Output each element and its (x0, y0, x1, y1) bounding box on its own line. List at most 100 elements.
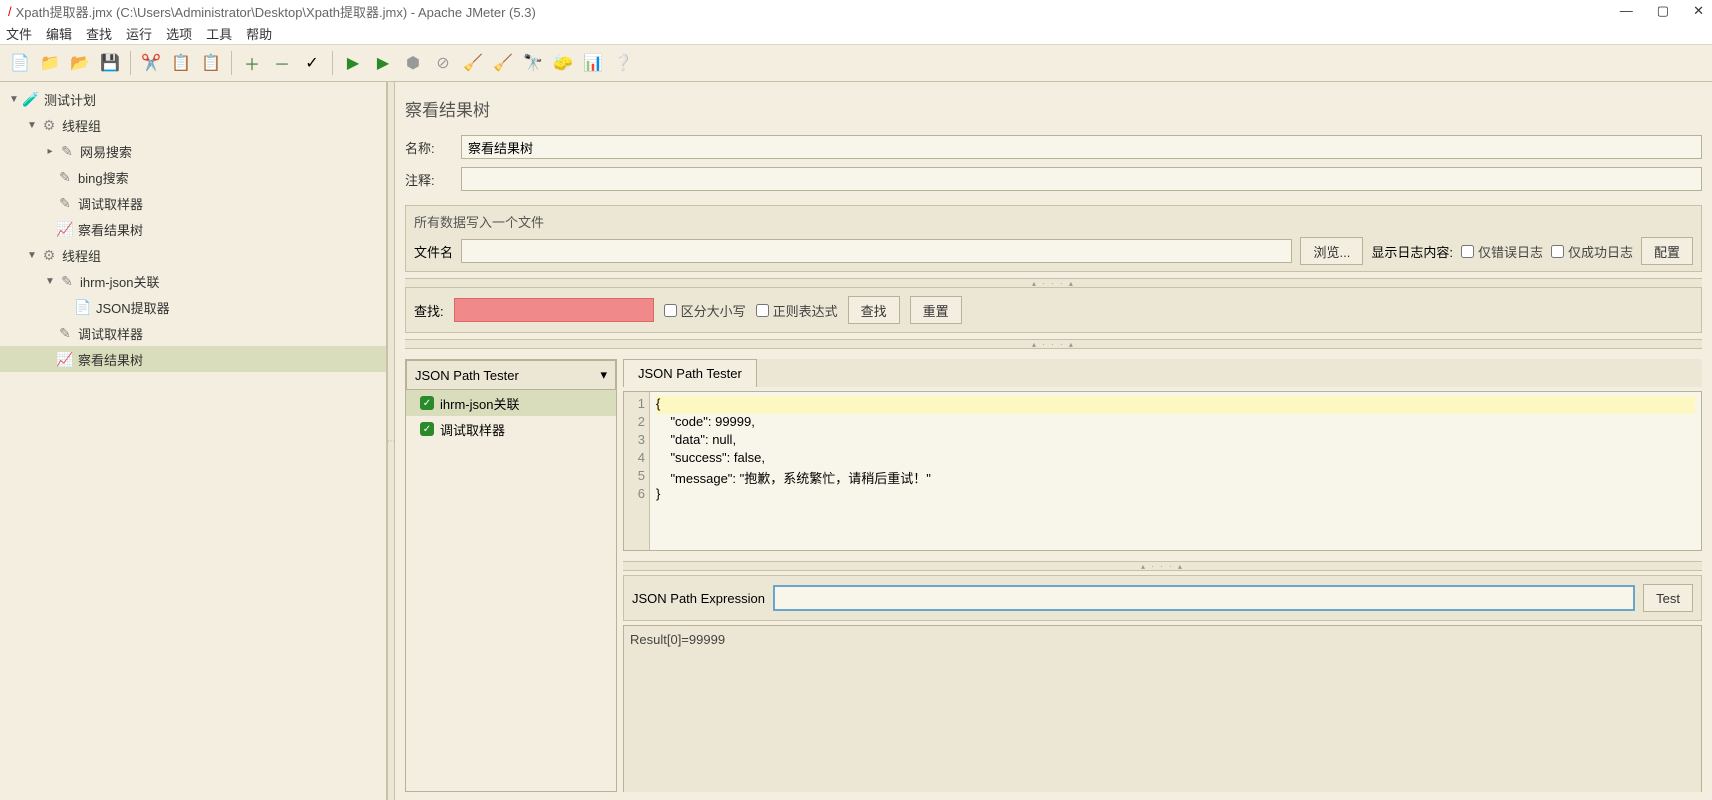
code-line: { (656, 396, 1695, 414)
page-title: 察看结果树 (405, 96, 1702, 121)
add-icon[interactable]: ＋ (240, 51, 264, 75)
file-row: 文件名 浏览... 显示日志内容: 仅错误日志 仅成功日志 配置 (414, 237, 1693, 265)
stop-icon[interactable]: ⬢ (401, 51, 425, 75)
result-item[interactable]: ✓ihrm-json关联 (406, 390, 616, 416)
regex-checkbox[interactable]: 正则表达式 (756, 301, 838, 320)
browse-button[interactable]: 浏览... (1300, 237, 1363, 265)
find-icon[interactable]: 🔭 (521, 51, 545, 75)
file-section: 所有数据写入一个文件 文件名 浏览... 显示日志内容: 仅错误日志 仅成功日志… (405, 205, 1702, 272)
comment-row: 注释: (405, 167, 1702, 191)
tree-item[interactable]: ▸✎网易搜索 (0, 138, 386, 164)
clear-all-icon[interactable]: 🧹 (491, 51, 515, 75)
save-icon[interactable]: 💾 (98, 51, 122, 75)
tree-test-plan[interactable]: ▼🧪测试计划 (0, 86, 386, 112)
tree-thread-group-2[interactable]: ▼⚙线程组 (0, 242, 386, 268)
function-icon[interactable]: 📊 (581, 51, 605, 75)
config-button[interactable]: 配置 (1641, 237, 1693, 265)
window-controls: — ▢ ✕ (1620, 3, 1704, 19)
expression-input[interactable] (773, 585, 1635, 611)
tree-thread-group-1[interactable]: ▼⚙线程组 (0, 112, 386, 138)
splitter-grip[interactable]: ▴ · · · ▴ (405, 339, 1702, 349)
result-box: Result[0]=99999 (623, 625, 1702, 792)
code-line: "data": null, (656, 432, 1695, 450)
tree-pane[interactable]: ▼🧪测试计划 ▼⚙线程组 ▸✎网易搜索 ✎bing搜索 ✎调试取样器 📈察看结果… (0, 82, 387, 800)
title-bar: / Xpath提取器.jmx (C:\Users\Administrator\D… (0, 0, 1712, 22)
success-icon: ✓ (420, 396, 434, 410)
tree-item[interactable]: ✎bing搜索 (0, 164, 386, 190)
test-button[interactable]: Test (1643, 584, 1693, 612)
result-item[interactable]: ✓调试取样器 (406, 416, 616, 442)
filename-input[interactable] (461, 239, 1292, 263)
copy-icon[interactable]: 📋 (169, 51, 193, 75)
new-icon[interactable]: 📄 (8, 51, 32, 75)
menu-run[interactable]: 运行 (126, 24, 152, 43)
open-icon[interactable]: 📂 (68, 51, 92, 75)
tree-ihrm-json[interactable]: ▼✎ihrm-json关联 (0, 268, 386, 294)
section-title: 所有数据写入一个文件 (414, 212, 1693, 231)
tree-item[interactable]: 📈察看结果树 (0, 216, 386, 242)
cut-icon[interactable]: ✂️ (139, 51, 163, 75)
renderer-dropdown[interactable]: JSON Path Tester▾ (406, 360, 616, 390)
content-pane: 察看结果树 名称: 注释: 所有数据写入一个文件 文件名 浏览... 显示日志内… (395, 82, 1712, 800)
tab-json-path-tester[interactable]: JSON Path Tester (623, 359, 757, 387)
expression-label: JSON Path Expression (632, 591, 765, 606)
comment-input[interactable] (461, 167, 1702, 191)
tree-item[interactable]: ✎调试取样器 (0, 320, 386, 346)
splitter-grip[interactable]: ▴ · · · ▴ (405, 278, 1702, 288)
code-line: } (656, 486, 1695, 504)
comment-label: 注释: (405, 170, 461, 189)
help-icon[interactable]: ❔ (611, 51, 635, 75)
reset-button[interactable]: 重置 (910, 296, 962, 324)
reset-search-icon[interactable]: 🧽 (551, 51, 575, 75)
only-error-checkbox[interactable]: 仅错误日志 (1461, 242, 1543, 261)
chevron-down-icon: ▾ (600, 367, 607, 383)
toolbar: 📄 📁 📂 💾 ✂️ 📋 📋 ＋ － ✓ ▶ ▶ ⬢ ⊘ 🧹 🧹 🔭 🧽 📊 ❔ (0, 44, 1712, 82)
name-label: 名称: (405, 138, 461, 157)
code-line: "message": "抱歉，系统繁忙，请稍后重试！" (656, 468, 1695, 486)
splitter-grip[interactable]: ▴ · · · ▴ (623, 561, 1702, 571)
expression-row: JSON Path Expression Test (623, 575, 1702, 621)
filename-label: 文件名 (414, 242, 453, 261)
menu-bar: 文件 编辑 查找 运行 选项 工具 帮助 (0, 22, 1712, 44)
templates-icon[interactable]: 📁 (38, 51, 62, 75)
result-list: JSON Path Tester▾ ✓ihrm-json关联 ✓调试取样器 (405, 359, 617, 792)
only-success-checkbox[interactable]: 仅成功日志 (1551, 242, 1633, 261)
tree-view-results-tree[interactable]: 📈察看结果树 (0, 346, 386, 372)
case-checkbox[interactable]: 区分大小写 (664, 301, 746, 320)
separator (130, 51, 131, 75)
result-items: ✓ihrm-json关联 ✓调试取样器 (406, 390, 616, 791)
close-button[interactable]: ✕ (1693, 3, 1704, 19)
start-icon[interactable]: ▶ (341, 51, 365, 75)
main: ▼🧪测试计划 ▼⚙线程组 ▸✎网易搜索 ✎bing搜索 ✎调试取样器 📈察看结果… (0, 82, 1712, 800)
separator (231, 51, 232, 75)
menu-file[interactable]: 文件 (6, 24, 32, 43)
paste-icon[interactable]: 📋 (199, 51, 223, 75)
search-row: 查找: 区分大小写 正则表达式 查找 重置 (405, 288, 1702, 333)
tree-json-extractor[interactable]: 📄JSON提取器 (0, 294, 386, 320)
code-line: "code": 99999, (656, 414, 1695, 432)
code-content: { "code": 99999, "data": null, "success"… (650, 392, 1701, 550)
tree-item[interactable]: ✎调试取样器 (0, 190, 386, 216)
name-input[interactable] (461, 135, 1702, 159)
show-log-label: 显示日志内容: (1371, 242, 1453, 261)
clear-icon[interactable]: 🧹 (461, 51, 485, 75)
search-input[interactable] (454, 298, 654, 322)
remove-icon[interactable]: － (270, 51, 294, 75)
response-code[interactable]: 123456 { "code": 99999, "data": null, "s… (623, 391, 1702, 551)
results-area: JSON Path Tester▾ ✓ihrm-json关联 ✓调试取样器 JS… (405, 359, 1702, 792)
name-row: 名称: (405, 135, 1702, 159)
vertical-splitter[interactable]: ⋮ (387, 82, 395, 800)
minimize-button[interactable]: — (1620, 3, 1633, 19)
code-line: "success": false, (656, 450, 1695, 468)
search-label: 查找: (414, 301, 444, 320)
start-no-pause-icon[interactable]: ▶ (371, 51, 395, 75)
toggle-icon[interactable]: ✓ (300, 51, 324, 75)
shutdown-icon[interactable]: ⊘ (431, 51, 455, 75)
menu-edit[interactable]: 编辑 (46, 24, 72, 43)
menu-help[interactable]: 帮助 (246, 24, 272, 43)
menu-tools[interactable]: 工具 (206, 24, 232, 43)
menu-search[interactable]: 查找 (86, 24, 112, 43)
menu-options[interactable]: 选项 (166, 24, 192, 43)
maximize-button[interactable]: ▢ (1657, 3, 1669, 19)
search-button[interactable]: 查找 (848, 296, 900, 324)
